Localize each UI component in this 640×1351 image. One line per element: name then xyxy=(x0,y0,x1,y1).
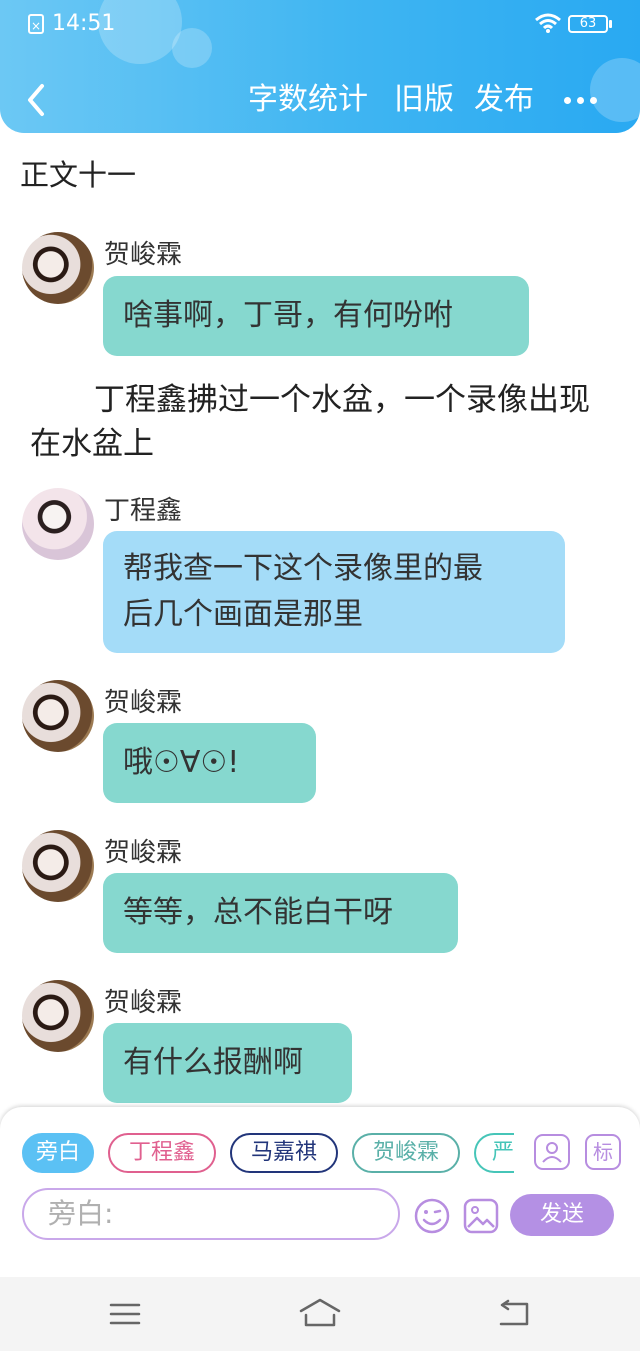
speaker-name: 贺峻霖 xyxy=(104,988,183,1018)
chapter-title: 正文十一 xyxy=(20,158,137,192)
portrait-icon[interactable] xyxy=(534,1134,570,1170)
tag-button[interactable]: 标 xyxy=(585,1134,621,1170)
close-box-icon: × xyxy=(28,14,44,34)
role-chip-ma[interactable]: 马嘉祺 xyxy=(230,1133,338,1173)
role-chip-narration[interactable]: 旁白 xyxy=(22,1133,94,1173)
send-button[interactable]: 发送 xyxy=(510,1194,614,1236)
menu-icon[interactable] xyxy=(108,1301,142,1327)
message-line: 帮我查一下这个录像里的最 xyxy=(123,551,483,586)
app-header: × 14:51 63 字数统计 旧版 发布 xyxy=(0,0,640,133)
wifi-icon xyxy=(535,13,561,33)
speaker-name: 丁程鑫 xyxy=(104,496,183,526)
emoji-icon[interactable] xyxy=(413,1197,451,1235)
role-chip-yan[interactable]: 严 xyxy=(474,1133,514,1173)
narration-text[interactable]: 丁程鑫拂过一个水盆，一个录像出现在水盆上 xyxy=(30,378,610,466)
image-icon[interactable] xyxy=(462,1197,500,1235)
role-chip-he[interactable]: 贺峻霖 xyxy=(352,1133,460,1173)
word-count-button[interactable]: 字数统计 xyxy=(248,80,368,120)
message-bubble[interactable]: 有什么报酬啊 xyxy=(103,1023,352,1103)
back-arrow-icon[interactable] xyxy=(22,80,54,120)
message-bubble[interactable]: 等等，总不能白干呀 xyxy=(103,873,458,953)
avatar[interactable] xyxy=(22,488,94,560)
status-time: 14:51 xyxy=(52,11,116,36)
message-bubble[interactable]: 哦☉∀☉! xyxy=(103,723,316,803)
speaker-name: 贺峻霖 xyxy=(104,688,183,718)
old-version-button[interactable]: 旧版 xyxy=(394,80,454,120)
system-nav-bar xyxy=(0,1277,640,1351)
publish-button[interactable]: 发布 xyxy=(474,80,534,120)
home-icon[interactable] xyxy=(298,1297,342,1329)
speaker-name: 贺峻霖 xyxy=(104,240,183,270)
speaker-name: 贺峻霖 xyxy=(104,838,183,868)
avatar[interactable] xyxy=(22,680,94,752)
dialogue-input[interactable]: 旁白: xyxy=(22,1188,400,1240)
message-bubble[interactable]: 帮我查一下这个录像里的最 后几个画面是那里 xyxy=(103,531,565,653)
more-icon[interactable] xyxy=(560,80,600,120)
role-chip-ding[interactable]: 丁程鑫 xyxy=(108,1133,216,1173)
message-bubble[interactable]: 啥事啊，丁哥，有何吩咐 xyxy=(103,276,529,356)
avatar[interactable] xyxy=(22,980,94,1052)
avatar[interactable] xyxy=(22,232,94,304)
battery-icon: 63 xyxy=(568,15,608,33)
message-line: 后几个画面是那里 xyxy=(123,597,363,632)
return-icon[interactable] xyxy=(496,1299,532,1329)
avatar[interactable] xyxy=(22,830,94,902)
